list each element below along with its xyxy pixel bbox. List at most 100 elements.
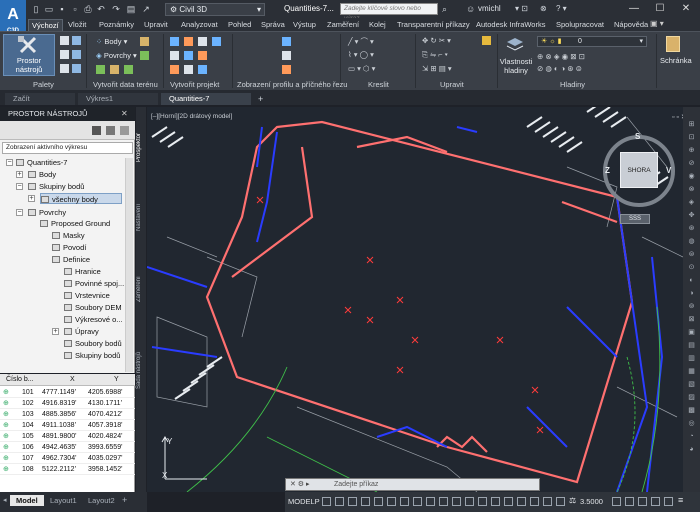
user-name[interactable]: vmichl [478,4,501,13]
viewport-controls[interactable]: [–][Horní][2D drátový model] [151,113,232,120]
panel-project[interactable]: Vytvořit projekt [170,80,219,89]
polyline-icon[interactable]: ⌇ ▾ ◯ ▾ [348,50,374,59]
side-tab-settings[interactable]: Nastavení [136,190,146,245]
transparency-icon[interactable] [413,497,422,506]
tab-spolupracovat[interactable]: Spolupracovat [553,19,607,31]
tab-vlozit[interactable]: Vložit [65,19,89,31]
undo-icon[interactable]: ↶ [95,3,107,15]
close-icon[interactable]: ✕ [121,109,128,118]
view-filter-select[interactable]: Zobrazení aktivního výkresu [2,142,133,154]
properties-icon[interactable] [72,36,81,45]
col-x[interactable]: X [70,374,75,386]
dynamic-ucs-icon[interactable] [452,497,461,506]
collapse-icon[interactable]: − [16,209,23,216]
tab-analyzovat[interactable]: Analyzovat [178,19,221,31]
annotation-monitor-icon[interactable] [543,497,552,506]
expand-icon[interactable]: + [52,328,59,335]
profile-view-icon[interactable] [282,37,291,46]
search-input[interactable]: Zadejte klíčové slovo nebo výraz [340,3,438,22]
tree-item-definition[interactable]: Definice [52,254,90,265]
isodraft-icon[interactable] [374,497,383,506]
rectangle-icon[interactable]: ▭ ▾ ⬡ ▾ [348,64,375,73]
snap-icon[interactable] [335,497,344,506]
panel-draw[interactable]: Kreslit [368,80,389,89]
side-tab-prospector[interactable]: Prospektor [136,120,146,175]
units-icon[interactable] [556,497,565,506]
stretch-icon[interactable]: ⇲ ⊞ ▤ ▾ [422,64,452,73]
panel-profile-section[interactable]: Zobrazení profilu a příčného řezu [237,80,347,89]
feature-line-icon[interactable] [140,37,149,46]
tab-upravit[interactable]: Upravit [141,19,171,31]
toolspace-tool-icon[interactable] [106,126,115,135]
tree-item-breaklines[interactable]: Povinné spoj... [64,278,124,289]
move-icon[interactable]: ✥ ↻ ✂ ▾ [422,36,451,45]
selection-filter-icon[interactable] [465,497,474,506]
new-tab-icon[interactable]: + [258,94,263,104]
mass-haul-icon[interactable] [282,65,291,74]
corridor-icon[interactable] [198,37,207,46]
tab-transparentni[interactable]: Transparentní příkazy [394,19,473,31]
tree-item-drawing-objects[interactable]: Výkresové o... [64,314,123,325]
plot-icon[interactable]: ▤ [125,3,137,15]
add-layout-icon[interactable]: + [122,495,127,505]
grading-icon[interactable] [110,65,119,74]
workspace-switch-icon[interactable] [530,497,539,506]
povrchy-button[interactable]: ◈ Povrchy ▾ [96,51,137,60]
tree-item-edits[interactable]: Úpravy [64,326,99,337]
alignment-icon[interactable] [170,37,179,46]
section-view-icon[interactable] [282,51,291,60]
tab-infraworks[interactable]: Autodesk InfraWorks [473,19,548,31]
command-close-icon[interactable]: ✕ ⚙ ▸ [290,480,310,488]
scale-value[interactable]: 3.5000 [580,497,603,506]
save-icon[interactable]: ▪ [56,3,68,15]
pipe-icon[interactable] [140,51,149,60]
tab-model[interactable]: Model [10,495,44,506]
intersection-icon[interactable] [212,37,221,46]
3d-osnap-icon[interactable] [439,497,448,506]
viewcube-west[interactable]: Z [605,166,610,175]
copy-icon[interactable]: ⎘ ⇋ ⌐ ▾ [422,50,448,60]
tree-item-drawing[interactable]: Quantities-7 [16,157,67,168]
table-row[interactable]: ⊕ 102 4916.8319' 4130.1711' [0,398,135,409]
expand-icon[interactable]: + [16,171,23,178]
side-tab-survey[interactable]: Zaměření [136,262,146,317]
viewcube-east[interactable]: V [666,166,671,175]
table-row[interactable]: ⊕ 108 5122.2112' 3958.1452' [0,464,135,475]
tree-item-point-files[interactable]: Soubory bodů [64,338,122,349]
tree-item-watersheds[interactable]: Povodí [52,242,86,253]
layer-tools-icon[interactable]: ⊕ ⊗ ◈ ◉ ⊠ ⊡ [537,52,585,61]
pipe-network-icon[interactable] [198,65,207,74]
tree-item-contours[interactable]: Vrstevnice [64,290,110,301]
tab-zamereni[interactable]: Zaměření [324,19,362,31]
toolspace-tool-icon[interactable] [92,126,101,135]
layers-icon[interactable] [72,64,81,73]
side-tab-toolbox[interactable]: Sada nástrojů [136,340,146,400]
autoscale-icon[interactable] [504,497,513,506]
tree-item-boundaries[interactable]: Hranice [64,266,101,277]
customize-icon[interactable]: ≡ [678,495,683,505]
col-number[interactable]: Číslo b... [6,374,34,386]
command-input[interactable]: Zadejte příkaz [285,478,540,491]
sample-lines-icon[interactable] [198,51,207,60]
tree-item-all-points[interactable]: všechny body [40,193,122,204]
assembly-icon[interactable] [170,51,179,60]
viewcube-face[interactable]: SHORA [620,152,658,188]
table-row[interactable]: ⊕ 104 4911.1038' 4057.3918' [0,420,135,431]
line-icon[interactable]: ╱ ▾ ⌒ ▾ [348,36,374,47]
lineweight-icon[interactable] [400,497,409,506]
annotation-scale-icon[interactable] [517,497,526,506]
ribbon-options-icon[interactable]: ▣ ▾ [650,19,664,28]
layer-state-icon[interactable]: ⊘ ◍ ◐ ◑ ⊛ ⊜ [537,64,582,73]
tree-scrollbar[interactable] [125,158,133,372]
pressure-network-icon[interactable] [184,51,193,60]
table-row[interactable]: ⊕ 101 4777.1149' 4205.6988' [0,387,135,398]
tree-item-dem[interactable]: Soubory DEM [64,302,122,313]
clean-screen-icon[interactable] [664,497,673,506]
tree-item-point-groups[interactable]: Skupiny bodů [28,181,84,192]
grid-icon[interactable] [322,497,331,506]
polar-icon[interactable] [361,497,370,506]
isolate-objects-icon[interactable] [638,497,647,506]
save-as-icon[interactable]: ▫ [69,3,81,15]
tree-item-surface-point-groups[interactable]: Skupiny bodů [64,350,120,361]
annotation-visibility-icon[interactable] [491,497,500,506]
